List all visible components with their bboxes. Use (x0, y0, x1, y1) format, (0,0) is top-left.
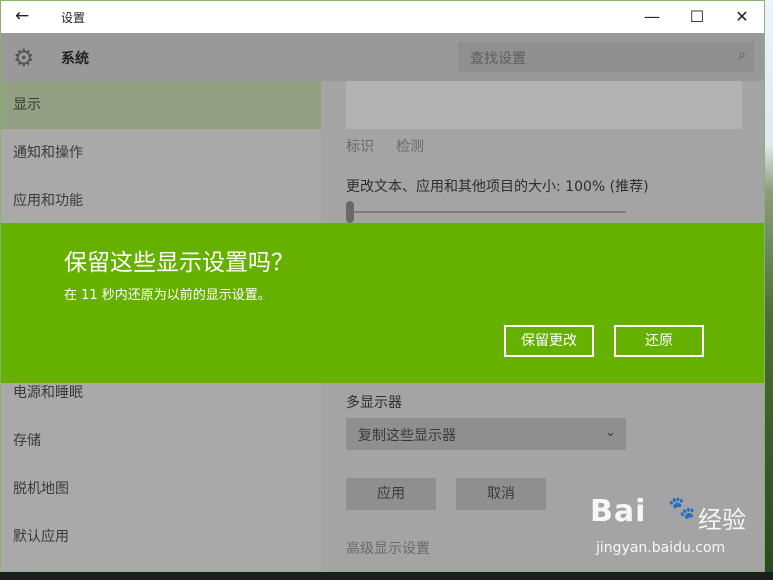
watermark-jingyan: 经验 (698, 506, 746, 534)
dialog-title: 保留这些显示设置吗？ (64, 250, 294, 276)
baidu-jingyan-watermark: Bai 🐾 经验 jingyan.baidu.com (590, 494, 770, 562)
cancel-button[interactable]: 取消 (456, 478, 546, 510)
desktop-background (765, 0, 773, 580)
chevron-down-icon: ⌄ (605, 425, 616, 440)
keep-changes-button[interactable]: 保留更改 (504, 325, 594, 357)
watermark-url: jingyan.baidu.com (596, 540, 726, 556)
sidebar-item-display[interactable]: 显示 (1, 81, 321, 129)
sidebar-item-apps[interactable]: 应用和功能 (1, 177, 321, 225)
display-preview[interactable] (346, 81, 742, 129)
sidebar-item-notifications[interactable]: 通知和操作 (1, 129, 321, 177)
gear-icon: ⚙ (13, 44, 35, 72)
window-title: 设置 (61, 11, 86, 25)
watermark-logo: Bai (590, 494, 647, 529)
revert-button[interactable]: 还原 (614, 325, 704, 357)
detect-link[interactable]: 检测 (396, 136, 424, 156)
keep-settings-dialog: 保留这些显示设置吗？ 在 11 秒内还原为以前的显示设置。 保留更改 还原 (1, 223, 764, 383)
sidebar-item-default-apps[interactable]: 默认应用 (1, 513, 321, 561)
taskbar (0, 572, 773, 580)
identify-link[interactable]: 标识 (346, 136, 374, 156)
multi-display-value: 复制这些显示器 (358, 428, 456, 444)
back-arrow-icon[interactable]: ← (15, 6, 29, 26)
settings-window: ← 设置 — ☐ ✕ 显示 通知和操作 应用和功能 电源和睡眠 存储 脱机地图 … (0, 0, 765, 572)
advanced-display-link[interactable]: 高级显示设置 (346, 538, 430, 558)
dialog-message: 在 11 秒内还原为以前的显示设置。 (64, 288, 271, 303)
multi-display-label: 多显示器 (346, 395, 402, 411)
apply-button[interactable]: 应用 (346, 478, 436, 510)
search-input[interactable]: 查找设置 ⌕ (458, 42, 754, 72)
scale-slider-track[interactable] (346, 211, 626, 213)
search-placeholder: 查找设置 (470, 51, 526, 67)
title-bar: ← 设置 — ☐ ✕ (1, 1, 764, 33)
header-band: ⚙ 系统 查找设置 ⌕ (1, 33, 764, 81)
multi-display-select[interactable]: 复制这些显示器 ⌄ (346, 418, 626, 450)
sidebar-item-offline-maps[interactable]: 脱机地图 (1, 465, 321, 513)
scale-label: 更改文本、应用和其他项目的大小: 100% (推荐) (346, 179, 649, 195)
sidebar-item-storage[interactable]: 存储 (1, 417, 321, 465)
scale-slider-thumb[interactable] (346, 201, 354, 223)
paw-icon: 🐾 (668, 496, 696, 521)
maximize-button[interactable]: ☐ (682, 5, 712, 29)
section-title: 系统 (61, 51, 89, 67)
close-button[interactable]: ✕ (727, 5, 757, 29)
search-icon[interactable]: ⌕ (738, 47, 746, 63)
minimize-button[interactable]: — (637, 5, 667, 29)
